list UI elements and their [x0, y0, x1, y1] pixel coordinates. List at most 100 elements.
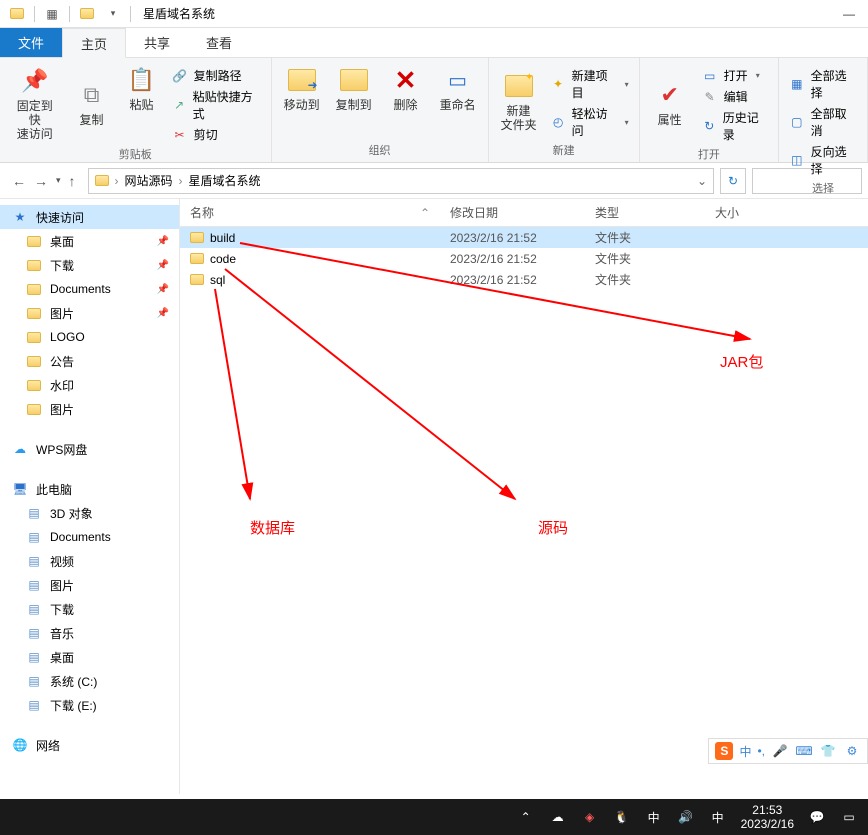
- sidebar-item[interactable]: Documents📌: [0, 277, 179, 301]
- up-button[interactable]: ↑: [69, 173, 76, 189]
- folder-qat-icon[interactable]: [78, 5, 96, 23]
- sidebar-item[interactable]: LOGO: [0, 325, 179, 349]
- breadcrumb[interactable]: › 网站源码 › 星盾域名系统 ⌄: [88, 168, 714, 194]
- new-folder-button[interactable]: 新建 文件夹: [497, 62, 541, 140]
- properties-button[interactable]: ✔ 属性: [648, 62, 692, 144]
- security-icon[interactable]: ◈: [581, 808, 599, 826]
- tab-home[interactable]: 主页: [62, 28, 126, 58]
- rename-button[interactable]: ▭ 重命名: [436, 62, 480, 114]
- sidebar-network[interactable]: 🌐 网络: [0, 733, 179, 757]
- table-row[interactable]: build2023/2/16 21:52文件夹: [180, 227, 868, 248]
- select-all-button[interactable]: ▦ 全部选择: [787, 66, 859, 102]
- tray-up-icon[interactable]: ⌃: [517, 808, 535, 826]
- easy-access-button[interactable]: ◴ 轻松访问▾: [549, 104, 631, 140]
- open-button[interactable]: ▭ 打开▾: [700, 66, 770, 85]
- col-date[interactable]: 修改日期: [440, 199, 585, 226]
- qat-customize-icon[interactable]: ▾: [104, 5, 122, 23]
- history-icon: ↻: [702, 118, 717, 134]
- sidebar-item[interactable]: ▤Documents: [0, 525, 179, 549]
- search-input[interactable]: [752, 168, 862, 194]
- chevron-down-icon[interactable]: ⌄: [697, 174, 707, 188]
- sidebar-this-pc[interactable]: 🖥 此电脑: [0, 477, 179, 501]
- col-name[interactable]: 名称⌃: [180, 199, 440, 226]
- col-type[interactable]: 类型: [585, 199, 705, 226]
- folder-icon: [26, 305, 42, 321]
- sort-asc-icon: ⌃: [420, 206, 430, 220]
- network-icon: 🌐: [12, 737, 28, 753]
- copy-to-icon: [338, 64, 370, 96]
- new-item-button[interactable]: ✦ 新建项目▾: [549, 66, 631, 102]
- easy-access-icon: ◴: [551, 114, 566, 130]
- delete-button[interactable]: ✕ 删除: [384, 62, 428, 114]
- mic-icon[interactable]: 🎤: [771, 742, 789, 760]
- keyboard-icon[interactable]: ⌨: [795, 742, 813, 760]
- zhong-button[interactable]: 中: [739, 743, 751, 760]
- sidebar-item[interactable]: ▤音乐: [0, 621, 179, 645]
- sidebar-item[interactable]: 下载📌: [0, 253, 179, 277]
- skin-icon[interactable]: 👕: [819, 742, 837, 760]
- volume-icon[interactable]: 🔊: [677, 808, 695, 826]
- table-row[interactable]: sql2023/2/16 21:52文件夹: [180, 269, 868, 290]
- drive-icon: ▤: [26, 625, 42, 641]
- ime-tray: S 中 •, 🎤 ⌨ 👕 ⚙: [708, 738, 868, 764]
- sidebar-item[interactable]: 图片: [0, 397, 179, 421]
- sidebar-quick-access[interactable]: ★ 快速访问: [0, 205, 179, 229]
- pin-icon: 📌: [157, 260, 169, 271]
- sidebar-item[interactable]: 桌面📌: [0, 229, 179, 253]
- cut-button[interactable]: ✂ 剪切: [170, 125, 263, 144]
- notifications-icon[interactable]: 💬: [808, 808, 826, 826]
- pin-icon: 📌: [157, 284, 169, 295]
- folder-icon: [190, 274, 204, 285]
- sidebar-wps[interactable]: ☁ WPS网盘: [0, 437, 179, 461]
- properties-icon: ✔: [654, 79, 686, 111]
- sidebar-item[interactable]: ▤3D 对象: [0, 501, 179, 525]
- sidebar-item[interactable]: 图片📌: [0, 301, 179, 325]
- sidebar-item[interactable]: ▤下载: [0, 597, 179, 621]
- ime-taskbar-icon[interactable]: 中: [645, 808, 663, 826]
- tab-share[interactable]: 共享: [126, 28, 188, 57]
- sidebar-item[interactable]: ▤下载 (E:): [0, 693, 179, 717]
- copy-icon: ⧉: [76, 79, 108, 111]
- table-row[interactable]: code2023/2/16 21:52文件夹: [180, 248, 868, 269]
- back-button[interactable]: ←: [12, 173, 26, 189]
- paste-button[interactable]: 📋 粘贴: [122, 62, 162, 114]
- pin-to-quick-button[interactable]: 📌 固定到快 速访问: [8, 62, 62, 144]
- tab-file[interactable]: 文件: [0, 28, 62, 57]
- select-none-button[interactable]: ▢ 全部取消: [787, 104, 859, 140]
- punct-button[interactable]: •,: [757, 744, 765, 758]
- move-to-button[interactable]: ➜ 移动到: [280, 62, 324, 114]
- sidebar-item[interactable]: 水印: [0, 373, 179, 397]
- clock[interactable]: 21:53 2023/2/16: [741, 803, 794, 831]
- action-center-icon[interactable]: ▭: [840, 808, 858, 826]
- copy-path-icon: 🔗: [172, 68, 188, 84]
- ribbon-tabs: 文件 主页 共享 查看: [0, 28, 868, 58]
- annotation-db: 数据库: [250, 517, 295, 538]
- tab-view[interactable]: 查看: [188, 28, 250, 57]
- col-size[interactable]: 大小: [705, 199, 785, 226]
- qq-icon[interactable]: 🐧: [613, 808, 631, 826]
- sidebar-item[interactable]: ▤图片: [0, 573, 179, 597]
- copy-button[interactable]: ⧉ 复制: [70, 62, 114, 144]
- ime-mode-icon[interactable]: 中: [709, 808, 727, 826]
- edit-button[interactable]: ✎ 编辑: [700, 87, 770, 106]
- minimize-button[interactable]: —: [834, 0, 864, 28]
- toolbox-icon[interactable]: ⚙: [843, 742, 861, 760]
- copy-to-button[interactable]: 复制到: [332, 62, 376, 114]
- recent-button[interactable]: ▾: [56, 175, 61, 186]
- sidebar-item[interactable]: ▤系统 (C:): [0, 669, 179, 693]
- sogou-icon[interactable]: S: [715, 742, 733, 760]
- sidebar-item[interactable]: ▤桌面: [0, 645, 179, 669]
- forward-button[interactable]: →: [34, 173, 48, 189]
- sidebar-item[interactable]: ▤视频: [0, 549, 179, 573]
- paste-shortcut-button[interactable]: ↗ 粘贴快捷方式: [170, 87, 263, 123]
- sidebar-item[interactable]: 公告: [0, 349, 179, 373]
- cloud-icon: ☁: [12, 441, 28, 457]
- properties-qat-icon[interactable]: ▦: [43, 5, 61, 23]
- folder-icon: [26, 329, 42, 345]
- rename-icon: ▭: [442, 64, 474, 96]
- ribbon-group-clipboard: 📌 固定到快 速访问 ⧉ 复制 📋 粘贴 🔗 复制路径 ↗: [0, 58, 272, 162]
- refresh-button[interactable]: ↻: [720, 168, 746, 194]
- history-button[interactable]: ↻ 历史记录: [700, 108, 770, 144]
- onedrive-icon[interactable]: ☁: [549, 808, 567, 826]
- copy-path-button[interactable]: 🔗 复制路径: [170, 66, 263, 85]
